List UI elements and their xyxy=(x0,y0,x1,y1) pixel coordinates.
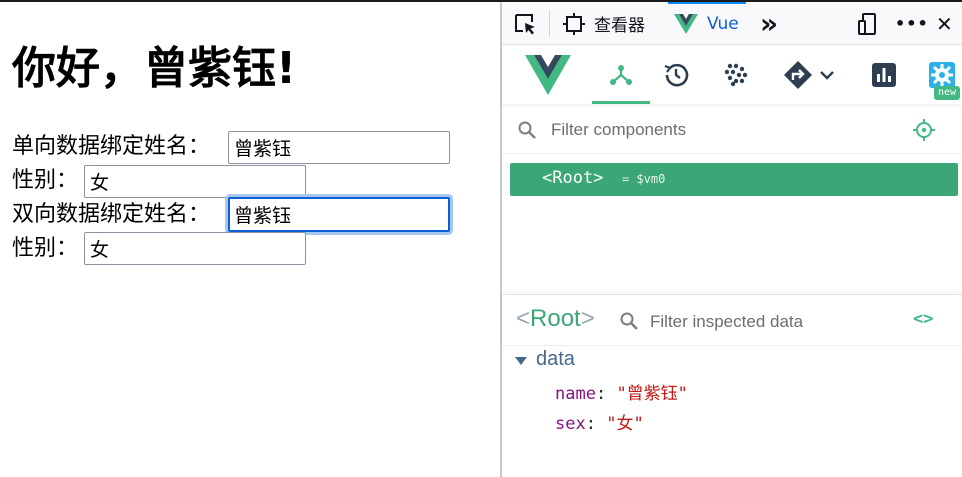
select-component-icon[interactable] xyxy=(912,118,936,142)
components-tree-icon xyxy=(610,65,632,85)
ellipsis-icon: ••• xyxy=(895,14,929,33)
components-tab-underline xyxy=(592,101,650,104)
data-prop-name[interactable]: name: "曾紫钰" xyxy=(555,379,688,404)
chart-tab[interactable] xyxy=(864,46,904,104)
two-way-name-input[interactable] xyxy=(228,197,450,232)
inspector-header: <Root> Filter inspected data <> xyxy=(502,294,962,346)
routing-tab[interactable] xyxy=(778,46,840,104)
page-content: 你好，曾紫钰! 单向数据绑定姓名： 性别： 双向数据绑定姓名： 性别： xyxy=(0,2,500,477)
new-badge: new xyxy=(934,86,961,100)
devtools-panel: 查看器 Vue » ••• ✕ new Filter components <R… xyxy=(502,2,962,477)
search-icon xyxy=(620,312,638,330)
routing-icon xyxy=(784,61,812,89)
responsive-design-button[interactable] xyxy=(856,2,880,45)
tab-vue[interactable]: Vue xyxy=(674,2,739,45)
toolbar-separator xyxy=(549,10,550,37)
vue-devtools-nav: new xyxy=(502,46,962,104)
inspector-filter-input[interactable]: Filter inspected data xyxy=(650,312,803,332)
vue-logo-icon xyxy=(525,55,571,95)
one-way-name-input[interactable] xyxy=(228,131,450,164)
components-tab[interactable] xyxy=(592,46,650,104)
root-component-tag: <Root> xyxy=(542,168,604,188)
timeline-icon xyxy=(664,63,689,87)
devtools-close-button[interactable]: ✕ xyxy=(936,2,953,45)
components-filter-input[interactable]: Filter components xyxy=(551,120,686,140)
performance-icon xyxy=(724,63,748,87)
sex-input-1[interactable] xyxy=(84,165,306,198)
data-prop-sex[interactable]: sex: "女" xyxy=(555,409,644,434)
tab-vue-label: Vue xyxy=(707,13,739,34)
inspected-component-name: <Root> xyxy=(516,305,595,332)
devtools-menu-button[interactable]: ••• xyxy=(895,2,929,45)
devtools-toolbar: 查看器 Vue » ••• ✕ xyxy=(502,2,962,45)
close-icon: ✕ xyxy=(936,11,953,36)
responsive-mode-icon xyxy=(858,12,876,35)
two-way-name-label: 双向数据绑定姓名： xyxy=(12,202,211,227)
vue-logo xyxy=(524,46,572,104)
chevron-down-icon xyxy=(820,71,834,80)
inspector-icon xyxy=(563,12,585,35)
double-chevron-icon: » xyxy=(760,6,779,40)
settings-icon xyxy=(929,62,955,88)
root-vm-ref: = $vm0 xyxy=(622,172,666,186)
inspect-dom-icon[interactable]: <> xyxy=(913,309,933,329)
search-icon xyxy=(518,121,536,139)
component-tree-root-row[interactable]: <Root> = $vm0 xyxy=(510,163,958,196)
timeline-tab[interactable] xyxy=(656,46,696,104)
sex-input-2[interactable] xyxy=(84,232,306,265)
element-picker-button[interactable] xyxy=(512,2,538,45)
data-section-title[interactable]: data xyxy=(536,348,575,371)
performance-tab[interactable] xyxy=(716,46,756,104)
sex-label-2: 性别： xyxy=(12,236,79,261)
element-picker-icon xyxy=(515,13,535,34)
tab-inspector-label: 查看器 xyxy=(594,16,645,36)
vue-tab-icon xyxy=(674,13,698,34)
one-way-name-label: 单向数据绑定姓名： xyxy=(12,134,211,159)
caret-down-icon[interactable] xyxy=(515,357,527,365)
page-heading: 你好，曾紫钰! xyxy=(12,43,297,94)
chart-icon xyxy=(872,63,896,87)
components-filter-row: Filter components xyxy=(502,106,962,154)
sex-label-1: 性别： xyxy=(12,168,79,193)
more-tabs-button[interactable]: » xyxy=(760,2,778,45)
tab-inspector[interactable]: 查看器 xyxy=(562,2,645,45)
